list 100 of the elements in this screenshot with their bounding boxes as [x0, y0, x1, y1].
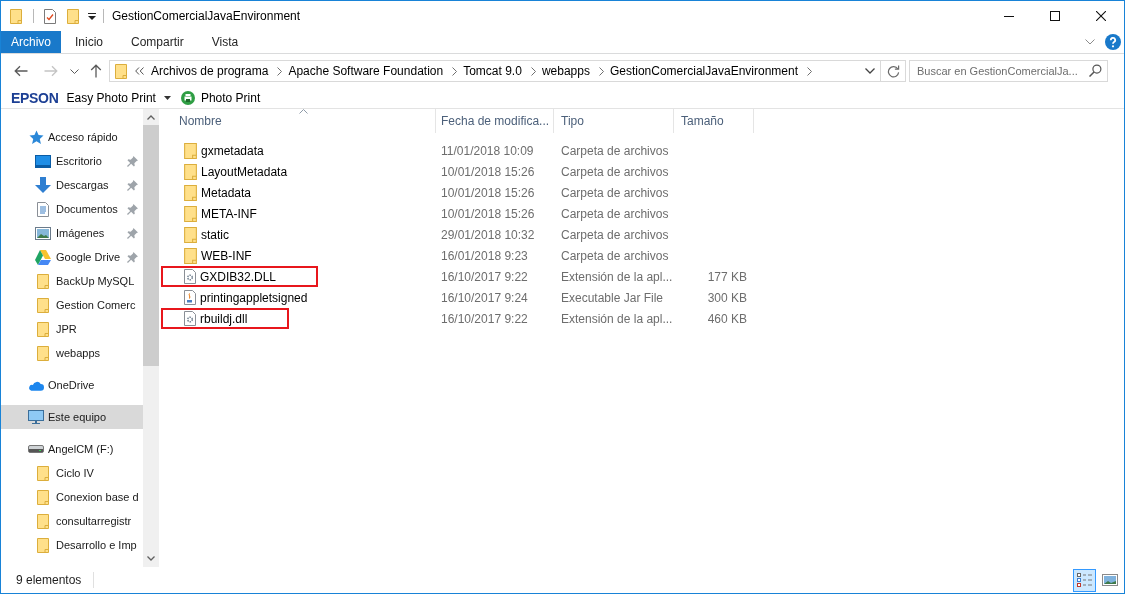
star-icon	[28, 129, 44, 145]
file-name[interactable]: META-INF	[201, 204, 257, 223]
folder-icon	[115, 63, 127, 79]
folder-icon	[37, 465, 49, 481]
folder-icon	[37, 513, 49, 529]
ribbon-tab[interactable]: Compartir	[117, 31, 198, 53]
folder-icon	[37, 321, 49, 337]
nav-item[interactable]: webapps	[1, 341, 143, 365]
details-list-icon	[1076, 573, 1093, 587]
brand-logo: EPSON	[11, 88, 59, 108]
file-name[interactable]: gxmetadata	[201, 141, 264, 160]
column-header[interactable]: Tipo	[554, 109, 674, 133]
nav-item[interactable]: Gestion Comerc	[1, 293, 143, 317]
item-count: 9 elementos	[16, 572, 82, 589]
checklist-icon[interactable]	[44, 8, 56, 24]
toolbar-button[interactable]: Photo Print	[180, 88, 261, 108]
file-name[interactable]: printingappletsigned	[200, 288, 308, 307]
file-type: Carpeta de archivos	[560, 142, 670, 160]
address-field[interactable]: Archivos de programa Apache Software Foundation Tomcat 9.0 webapps GestionComercialJavaEnvironment	[109, 60, 881, 82]
cloud-icon	[28, 379, 44, 391]
up-arrow-icon[interactable]	[90, 64, 102, 78]
column-header[interactable]: Fecha de modifica...	[436, 109, 554, 133]
breadcrumb-item[interactable]: Apache Software Foundation	[288, 62, 444, 80]
modified-date: 10/01/2018 15:26	[440, 163, 536, 181]
file-type: Carpeta de archivos	[560, 163, 670, 181]
chevron-right-icon[interactable]	[277, 66, 283, 76]
nav-item[interactable]: Escritorio	[1, 149, 143, 173]
modified-date: 16/01/2018 9:23	[440, 247, 529, 265]
file-name[interactable]: GXDIB32.DLL	[200, 267, 277, 286]
file-name[interactable]: LayoutMetadata	[201, 162, 288, 181]
gear-file-icon	[184, 269, 196, 284]
search-field[interactable]: Buscar en GestionComercialJa...	[909, 60, 1108, 82]
file-name[interactable]: rbuildj.dll	[200, 309, 248, 328]
scroll-up-icon[interactable]	[147, 115, 155, 120]
caret-icon	[163, 96, 171, 100]
nav-item[interactable]: Ciclo IV	[1, 461, 143, 485]
gear-file-icon	[184, 311, 196, 326]
desktop-icon	[35, 154, 51, 168]
folder-icon	[37, 537, 49, 553]
chevron-right-icon[interactable]	[530, 66, 536, 76]
chevron-right-icon[interactable]	[452, 66, 458, 76]
chevron-right-icon[interactable]	[598, 66, 604, 76]
drive-icon	[28, 445, 44, 453]
nav-item[interactable]: Descargas	[1, 173, 143, 197]
refresh-icon	[886, 64, 900, 78]
triangle-logo-icon	[35, 249, 51, 265]
search-icon[interactable]	[1089, 64, 1102, 77]
modified-date: 16/10/2017 9:24	[440, 289, 529, 307]
ribbon-tab[interactable]: Inicio	[61, 31, 118, 53]
picture-icon	[35, 226, 51, 240]
scroll-down-icon[interactable]	[147, 556, 155, 561]
file-type: Carpeta de archivos	[560, 184, 670, 202]
back-arrow-icon[interactable]	[14, 65, 28, 77]
nav-item[interactable]: Acceso rápido	[1, 125, 143, 149]
toolbar-button[interactable]: Easy Photo Print	[66, 88, 171, 108]
file-type: Carpeta de archivos	[560, 226, 670, 244]
column-header[interactable]: Tamaño	[674, 109, 754, 133]
folder-icon	[184, 163, 197, 180]
chevron-down-icon[interactable]	[865, 68, 875, 74]
nav-item[interactable]: Conexion base d	[1, 485, 143, 509]
ribbon-tab[interactable]: Archivo	[1, 31, 61, 53]
breadcrumb-item[interactable]: webapps	[541, 62, 590, 80]
customize-dropdown-icon[interactable]	[88, 12, 96, 20]
ribbon-tab[interactable]: Vista	[197, 31, 253, 53]
nav-item[interactable]: OneDrive	[1, 373, 143, 397]
modified-date: 16/10/2017 9:22	[440, 268, 529, 286]
thumbnail-icon	[1101, 574, 1118, 586]
folder-icon	[184, 142, 197, 159]
folder-icon	[184, 205, 197, 222]
nav-item[interactable]: consultarregistr	[1, 509, 143, 533]
folder-icon	[37, 273, 49, 289]
coffee-file-icon	[184, 290, 196, 305]
file-type: Executable Jar File	[560, 289, 665, 307]
help-icon[interactable]	[1105, 34, 1121, 50]
nav-item[interactable]: JPR	[1, 317, 143, 341]
folder-icon	[184, 247, 197, 264]
breadcrumb-item[interactable]: GestionComercialJavaEnvironment	[609, 62, 798, 80]
breadcrumb-item[interactable]: Tomcat 9.0	[463, 62, 522, 80]
chevron-down-icon[interactable]	[70, 68, 79, 74]
double-chevron-icon[interactable]	[135, 67, 144, 75]
nav-item[interactable]: Imágenes	[1, 221, 143, 245]
folder-icon	[184, 184, 197, 201]
nav-item[interactable]: Google Drive	[1, 245, 143, 269]
file-name[interactable]: WEB-INF	[201, 246, 252, 265]
scrollbar-thumb[interactable]	[143, 125, 159, 366]
expand-chevron-icon[interactable]	[1085, 39, 1095, 45]
file-name[interactable]: static	[201, 225, 229, 244]
file-type: Extensión de la apl...	[560, 310, 674, 328]
view-button[interactable]	[1073, 568, 1096, 592]
file-name[interactable]: Metadata	[201, 183, 252, 202]
nav-item[interactable]: BackUp MySQL	[1, 269, 143, 293]
nav-item[interactable]: Desarrollo e Imp	[1, 533, 143, 557]
refresh-button[interactable]	[881, 60, 906, 82]
column-header[interactable]: Nombre	[161, 109, 436, 133]
breadcrumb-item[interactable]: Archivos de programa	[151, 62, 269, 80]
modified-date: 16/10/2017 9:22	[440, 310, 529, 328]
nav-item[interactable]: Documentos	[1, 197, 143, 221]
nav-item[interactable]: AngelCM (F:)	[1, 437, 143, 461]
chevron-right-icon[interactable]	[807, 66, 812, 76]
nav-item[interactable]: Este equipo	[1, 405, 143, 429]
